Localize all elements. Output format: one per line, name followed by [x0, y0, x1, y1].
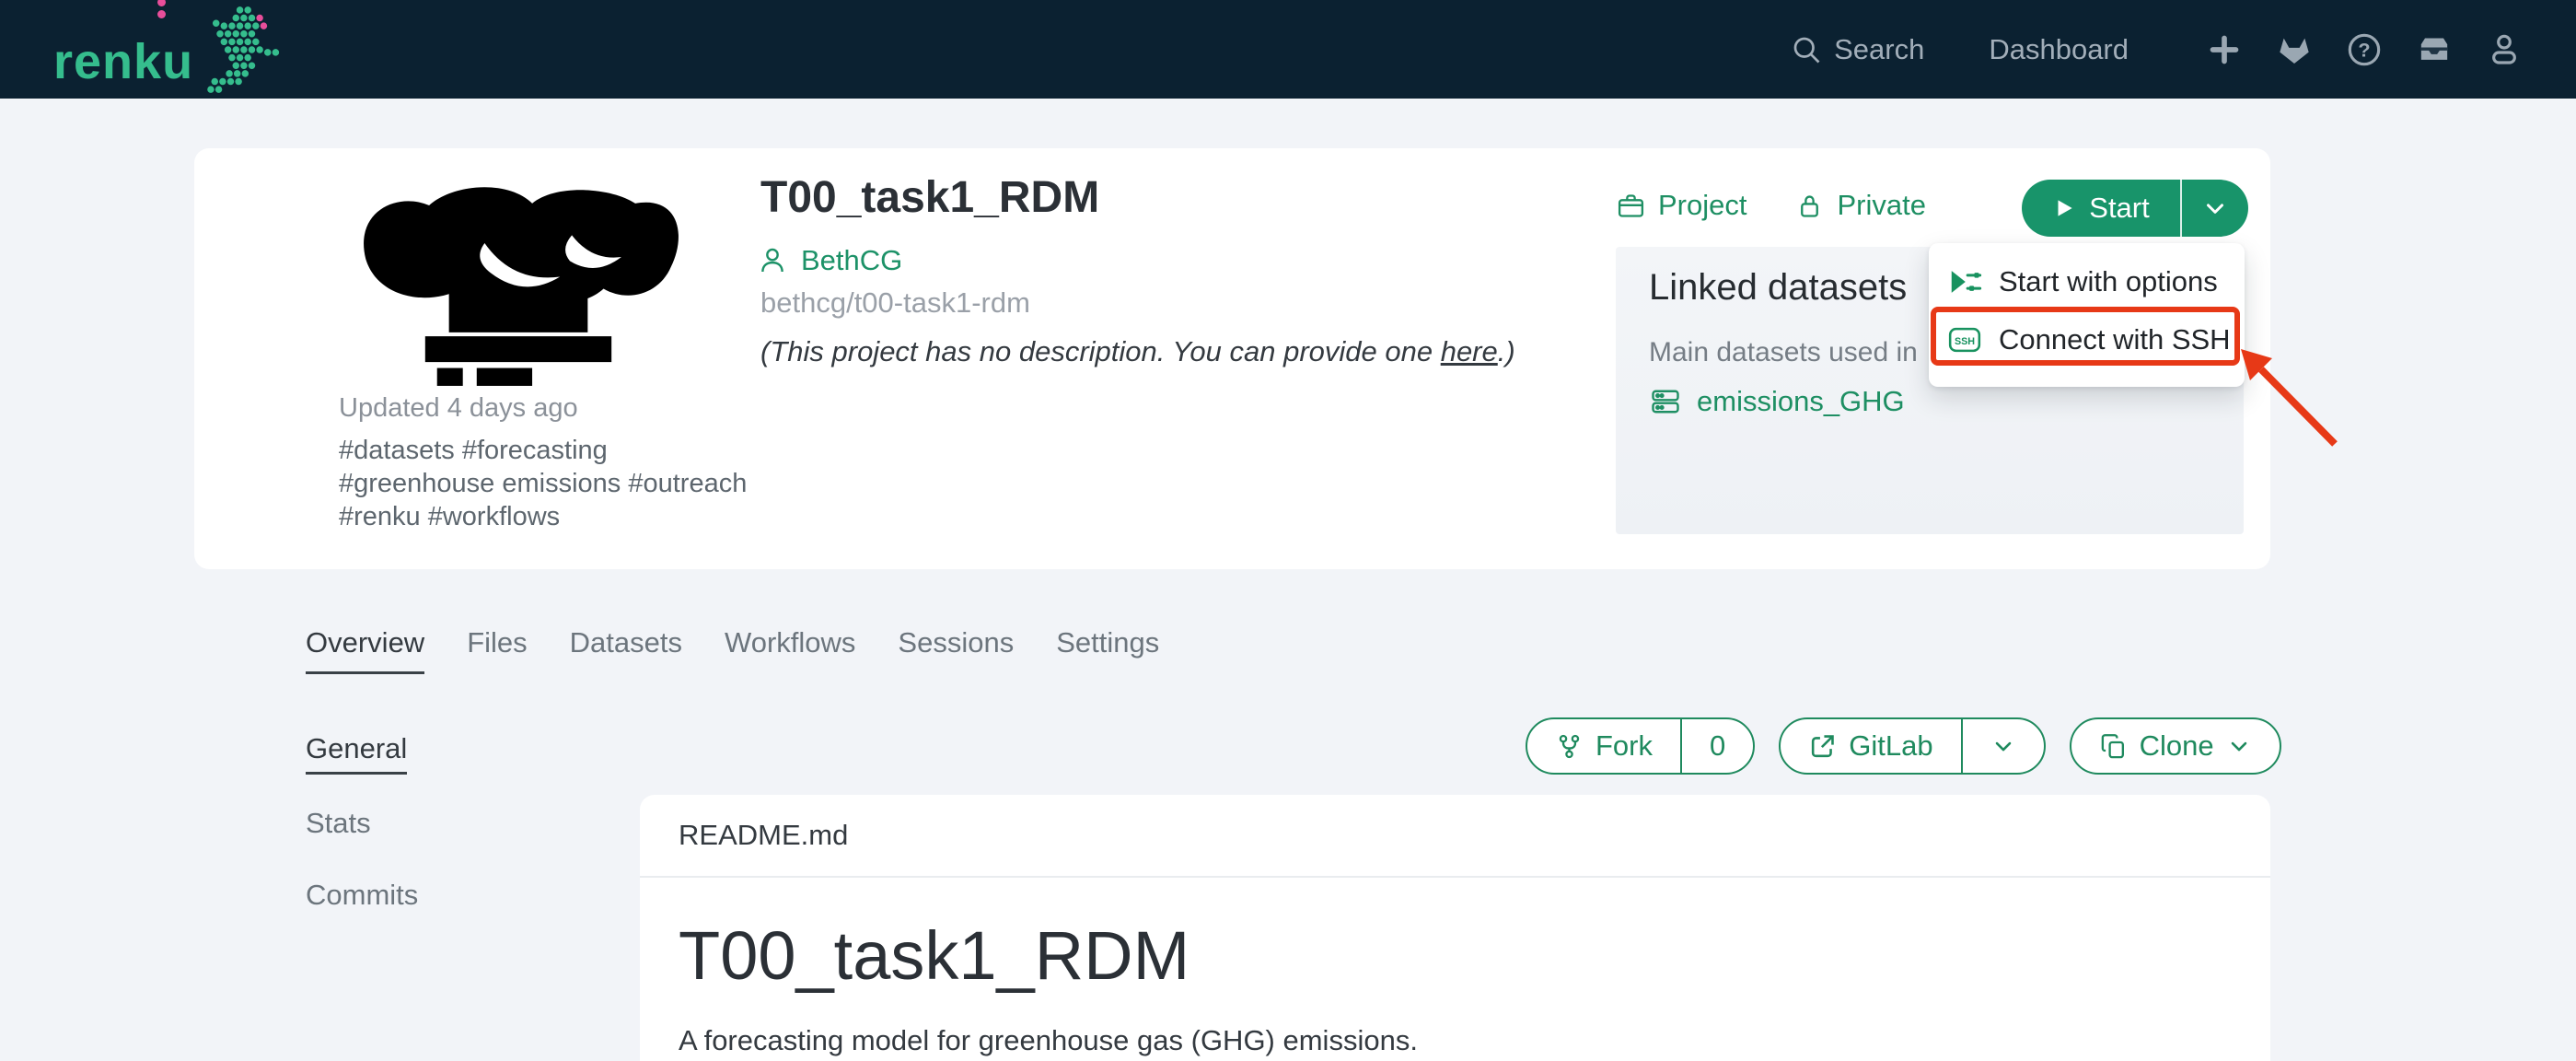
chevron-down-icon: [2201, 194, 2229, 222]
start-dropdown-menu: Start with options SSH Connect with SSH: [1929, 243, 2245, 387]
navbar-right: Search Dashboard ?: [1790, 31, 2523, 68]
search-icon: [1790, 33, 1823, 66]
navbar-search-label: Search: [1834, 32, 1925, 65]
subnav-stats[interactable]: Stats: [306, 807, 371, 846]
dataset-link[interactable]: emissions_GHG: [1649, 385, 1905, 418]
fork-count[interactable]: 0: [1680, 719, 1753, 773]
ssh-icon: SSH: [1947, 322, 1982, 357]
project-updated-label: Updated 4 days ago: [339, 393, 578, 423]
readme-filename: README.md: [640, 795, 2270, 878]
readme-title: T00_task1_RDM: [679, 917, 1190, 994]
subnav-general[interactable]: General: [306, 732, 408, 775]
renku-logo-pink-dots: [157, 0, 166, 18]
fork-button[interactable]: Fork: [1527, 719, 1680, 773]
start-dropdown-toggle[interactable]: [2182, 180, 2248, 237]
gitlab-tanuki-icon[interactable]: [2276, 31, 2313, 68]
inbox-icon[interactable]: [2416, 31, 2453, 68]
dataset-stack-icon: [1649, 385, 1682, 418]
play-options-icon: [1947, 264, 1982, 299]
gitlab-dropdown-toggle[interactable]: [1960, 719, 2044, 773]
plus-icon[interactable]: [2206, 31, 2243, 68]
project-action-buttons: Fork 0 GitLab Clone: [1526, 717, 2281, 775]
dataset-link-label: emissions_GHG: [1697, 385, 1905, 417]
renku-logo[interactable]: renku: [53, 0, 284, 94]
linked-datasets-title: Linked datasets: [1649, 267, 1908, 308]
project-tags: #datasets #forecasting #greenhouse emiss…: [339, 434, 747, 533]
project-type-badge[interactable]: Project: [1616, 189, 1746, 222]
tab-overview[interactable]: Overview: [306, 626, 425, 674]
project-meta-row: Project Private: [1616, 189, 1926, 222]
chevron-down-icon: [2226, 733, 2252, 759]
tag-line: #greenhouse emissions #outreach: [339, 469, 748, 498]
project-title: T00_task1_RDM: [760, 173, 1100, 222]
renku-project-page: renku Search Dashboard ? Updated 4 days …: [0, 0, 2576, 1061]
start-button-label: Start: [2089, 192, 2150, 224]
project-owner-link[interactable]: BethCG: [757, 244, 902, 277]
play-icon: [2052, 196, 2076, 220]
top-navbar: renku Search Dashboard ?: [0, 0, 2576, 99]
clone-button[interactable]: Clone: [2069, 717, 2281, 775]
briefcase-icon: [1616, 191, 1646, 221]
start-button[interactable]: Start: [2022, 180, 2180, 237]
start-split-button[interactable]: Start: [2022, 180, 2248, 237]
navbar-search[interactable]: Search: [1790, 33, 1924, 66]
lock-icon: [1794, 191, 1825, 221]
project-owner-name: BethCG: [801, 244, 903, 276]
renku-logo-text: renku: [53, 33, 194, 89]
svg-text:?: ?: [2358, 38, 2370, 61]
person-icon: [757, 245, 788, 276]
tag-line: #datasets #forecasting: [339, 436, 608, 465]
fork-count-value: 0: [1710, 729, 1726, 762]
tab-datasets[interactable]: Datasets: [570, 626, 682, 674]
readme-paragraph: A forecasting model for greenhouse gas (…: [679, 1024, 1418, 1057]
help-circle-icon[interactable]: ?: [2346, 31, 2383, 68]
gitlab-button-group: GitLab: [1779, 717, 2046, 775]
provide-description-link[interactable]: here: [1441, 335, 1498, 367]
external-link-icon: [1808, 732, 1837, 761]
project-type-label: Project: [1658, 189, 1747, 221]
linked-datasets-subtitle: Main datasets used in: [1649, 337, 1918, 367]
tab-sessions[interactable]: Sessions: [898, 626, 1014, 674]
user-icon[interactable]: [2486, 31, 2523, 68]
navbar-dashboard[interactable]: Dashboard: [1989, 33, 2129, 66]
tab-files[interactable]: Files: [467, 626, 527, 674]
menu-item-connect-with-ssh[interactable]: SSH Connect with SSH: [1929, 310, 2245, 368]
menu-item-label: Connect with SSH: [1999, 322, 2231, 356]
gitlab-button-label: GitLab: [1849, 729, 1933, 762]
readme-card: README.md T00_task1_RDM A forecasting mo…: [640, 795, 2270, 1061]
chevron-down-icon: [1990, 733, 2016, 759]
project-description: (This project has no description. You ca…: [760, 335, 1515, 367]
renku-gecko-icon: [199, 6, 284, 94]
visibility-badge[interactable]: Private: [1794, 189, 1926, 222]
readme-body: T00_task1_RDM A forecasting model for gr…: [640, 878, 2270, 1057]
subnav-commits[interactable]: Commits: [306, 879, 418, 918]
fork-button-label: Fork: [1595, 729, 1653, 762]
clone-button-label: Clone: [2139, 729, 2214, 762]
tab-settings[interactable]: Settings: [1056, 626, 1159, 674]
project-avatar: [350, 179, 687, 387]
fork-button-group: Fork 0: [1526, 717, 1756, 775]
project-tabs: Overview Files Datasets Workflows Sessio…: [306, 626, 1159, 674]
overview-subnav: General Stats Commits: [306, 732, 418, 918]
tab-workflows[interactable]: Workflows: [725, 626, 855, 674]
visibility-label: Private: [1837, 189, 1926, 221]
navbar-icon-group: ?: [2206, 31, 2523, 68]
tag-line: #renku #workflows: [339, 502, 561, 531]
gitlab-button[interactable]: GitLab: [1781, 719, 1960, 773]
project-slug: bethcg/t00-task1-rdm: [760, 286, 1030, 319]
svg-text:SSH: SSH: [1955, 335, 1975, 346]
navbar-dashboard-label: Dashboard: [1989, 32, 2129, 65]
git-fork-icon: [1555, 732, 1584, 761]
copy-icon: [2099, 732, 2128, 761]
menu-item-label: Start with options: [1999, 264, 2218, 297]
menu-item-start-with-options[interactable]: Start with options: [1929, 252, 2245, 310]
